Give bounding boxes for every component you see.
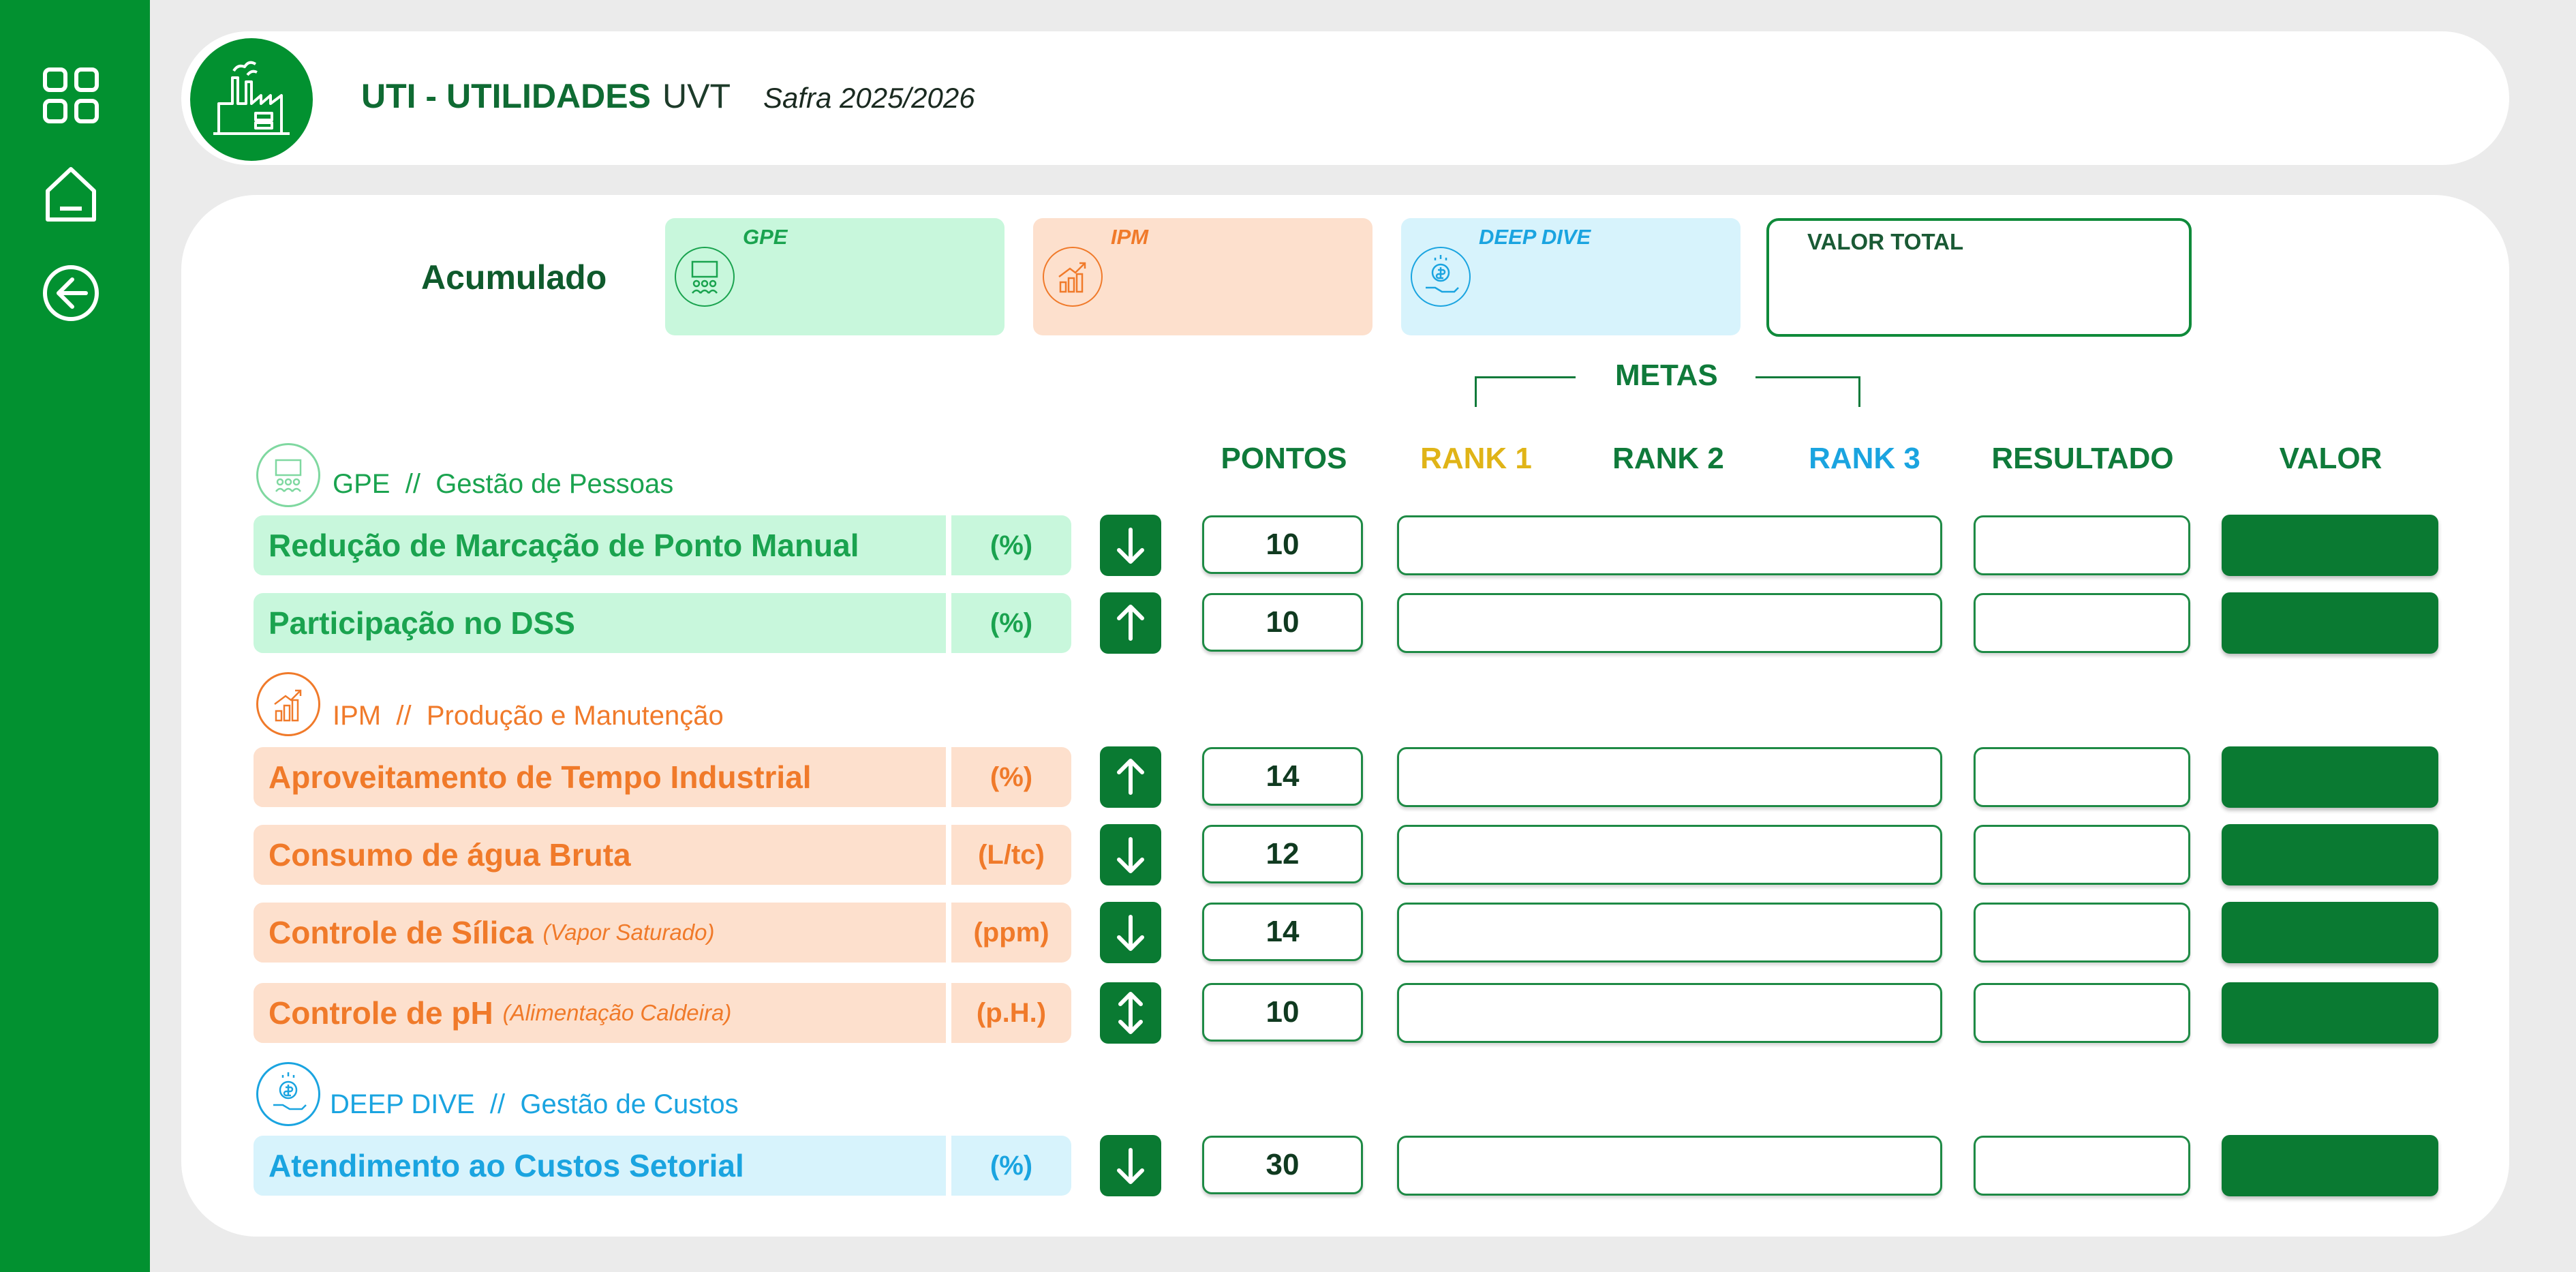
total-value-box: VALOR TOTAL (1766, 218, 2192, 337)
ranks-field[interactable] (1397, 903, 1942, 963)
result-field[interactable] (1974, 593, 2190, 653)
col-rank1: RANK 1 (1420, 442, 1532, 475)
points-field[interactable]: 12 (1202, 825, 1363, 883)
result-field[interactable] (1974, 515, 2190, 575)
value-cell (2222, 824, 2438, 885)
gpe-section-icon (256, 443, 320, 507)
col-resultado: RESULTADO (1991, 442, 2174, 475)
ranks-field[interactable] (1397, 515, 1942, 575)
metric-name: Participação no DSS (269, 605, 575, 641)
metric-label: Aproveitamento de Tempo Industrial (254, 747, 946, 807)
value-cell (2222, 746, 2438, 808)
value-cell (2222, 515, 2438, 576)
sidebar (0, 0, 150, 1272)
result-field[interactable] (1974, 825, 2190, 885)
points-field[interactable]: 10 (1202, 593, 1363, 652)
metric-label: Consumo de água Bruta (254, 825, 946, 885)
metric-sublabel: (Vapor Saturado) (542, 920, 715, 945)
ranks-field[interactable] (1397, 983, 1942, 1043)
metric-name: Redução de Marcação de Ponto Manual (269, 528, 859, 563)
deep-dive-summary-card: DEEP DIVE (1401, 218, 1741, 335)
col-valor: VALOR (2279, 442, 2382, 475)
col-pontos: PONTOS (1221, 442, 1347, 475)
metric-name: Controle de pH (269, 995, 493, 1031)
gpe-summary-card: GPE (665, 218, 1005, 335)
metric-name: Controle de Sílica (269, 915, 534, 950)
deep-dive-card-label: DEEP DIVE (1479, 225, 1591, 249)
result-field[interactable] (1974, 747, 2190, 807)
ranks-field[interactable] (1397, 593, 1942, 653)
result-field[interactable] (1974, 983, 2190, 1043)
ipm-section-icon (256, 672, 320, 736)
ranks-field[interactable] (1397, 825, 1942, 885)
grid-icon[interactable] (41, 65, 101, 125)
ranks-field[interactable] (1397, 1136, 1942, 1196)
metric-name: Atendimento ao Custos Setorial (269, 1148, 744, 1183)
ipm-section-title: IPM // Produção e Manutenção (333, 701, 724, 731)
metric-label: Atendimento ao Custos Setorial (254, 1136, 946, 1196)
metas-label: METAS (1615, 359, 1718, 392)
ipm-card-label: IPM (1111, 225, 1149, 249)
money-hand-icon (1411, 247, 1471, 307)
metric-unit: (L/tc) (951, 825, 1071, 885)
season-label: Safra 2025/2026 (763, 82, 975, 114)
value-cell (2222, 902, 2438, 963)
total-value-label: VALOR TOTAL (1807, 229, 1964, 254)
value-cell (2222, 592, 2438, 654)
arrow-down-icon (1100, 902, 1161, 963)
value-cell (2222, 982, 2438, 1044)
factory-icon (190, 38, 313, 161)
deep-dive-section-icon (256, 1062, 320, 1126)
gpe-section-title: GPE // Gestão de Pessoas (333, 469, 674, 499)
metric-name: Aproveitamento de Tempo Industrial (269, 759, 812, 795)
growth-chart-icon (1043, 247, 1103, 307)
points-field[interactable]: 10 (1202, 983, 1363, 1042)
metric-label: Controle de Sílica (Vapor Saturado) (254, 903, 946, 963)
accumulated-label: Acumulado (421, 258, 607, 297)
gpe-card-label: GPE (743, 225, 788, 249)
arrow-down-icon (1100, 515, 1161, 576)
points-field[interactable]: 30 (1202, 1136, 1363, 1194)
metric-name: Consumo de água Bruta (269, 837, 631, 873)
arrow-down-icon (1100, 824, 1161, 885)
metric-label: Controle de pH (Alimentação Caldeira) (254, 983, 946, 1043)
result-field[interactable] (1974, 903, 2190, 963)
metric-unit: (%) (951, 747, 1071, 807)
points-field[interactable]: 14 (1202, 747, 1363, 806)
page-title: UTI - UTILIDADES (361, 77, 651, 115)
points-field[interactable]: 14 (1202, 903, 1363, 961)
arrow-up-icon (1100, 592, 1161, 654)
metric-sublabel: (Alimentação Caldeira) (502, 1000, 732, 1025)
points-field[interactable]: 10 (1202, 515, 1363, 574)
ipm-summary-card: IPM (1033, 218, 1373, 335)
value-cell (2222, 1135, 2438, 1196)
metric-unit: (%) (951, 593, 1071, 653)
col-rank3: RANK 3 (1809, 442, 1920, 475)
metric-unit: (%) (951, 515, 1071, 575)
metric-label: Participação no DSS (254, 593, 946, 653)
back-arrow-icon[interactable] (41, 263, 101, 323)
arrow-up-down-icon (1100, 982, 1161, 1044)
arrow-up-icon (1100, 746, 1161, 808)
result-field[interactable] (1974, 1136, 2190, 1196)
col-rank2: RANK 2 (1612, 442, 1724, 475)
metric-unit: (%) (951, 1136, 1071, 1196)
ranks-field[interactable] (1397, 747, 1942, 807)
unit-code: UVT (662, 77, 731, 115)
people-board-icon (675, 247, 735, 307)
metric-unit: (p.H.) (951, 983, 1071, 1043)
metric-label: Redução de Marcação de Ponto Manual (254, 515, 946, 575)
metric-unit: (ppm) (951, 903, 1071, 963)
arrow-down-icon (1100, 1135, 1161, 1196)
home-icon[interactable] (41, 164, 101, 224)
deep-dive-section-title: DEEP DIVE // Gestão de Custos (330, 1089, 739, 1119)
